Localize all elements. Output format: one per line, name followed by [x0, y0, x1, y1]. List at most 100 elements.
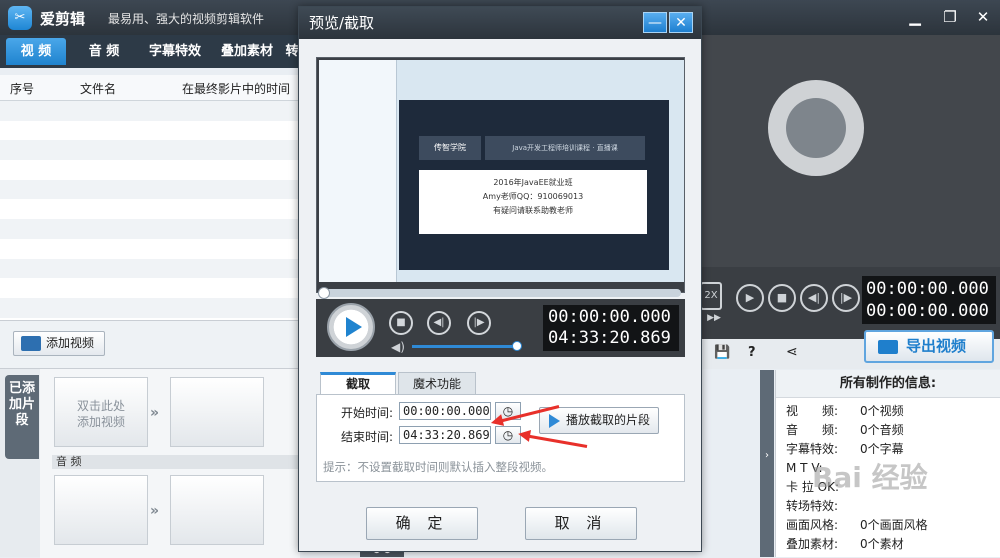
dialog-tabs: 截取 魔术功能 — [316, 372, 685, 394]
video-preview: 传智学院 Java开发工程师培训课程 · 直播课 2016年JavaEE就业班 … — [316, 57, 685, 293]
chevrons-icon: » — [150, 503, 160, 519]
audio-track-label: 音 频 — [52, 455, 300, 469]
help-icon[interactable]: ? — [748, 345, 756, 360]
tab-magic[interactable]: 魔术功能 — [398, 372, 476, 394]
volume-icon[interactable]: ◀) — [391, 340, 405, 354]
info-row-transition: 转场特效: — [786, 499, 839, 513]
col-name[interactable]: 文件名 — [80, 80, 116, 97]
dialog-prev-icon[interactable]: ◀| — [427, 311, 451, 335]
add-video-label: 添加视频 — [46, 336, 95, 350]
maximize-icon[interactable]: ❐ — [941, 8, 959, 26]
info-row-video: 视 频: 0个视频 — [786, 404, 904, 418]
info-title: 所有制作的信息: — [776, 370, 1000, 398]
dialog-close-icon[interactable]: ✕ — [669, 12, 693, 33]
dialog-title-bar: 预览/截取 — [299, 7, 701, 39]
col-time[interactable]: 在最终影片中的时间 — [182, 80, 290, 97]
dialog-time-current: 00:00:00.000 — [548, 307, 671, 327]
audio-clip-slot[interactable] — [170, 475, 264, 545]
prev-icon[interactable]: ◀| — [800, 284, 828, 312]
play-icon — [549, 414, 560, 428]
timeline: 已添加片段 双击此处 添加视频 » 音 频 » — [0, 368, 300, 558]
info-row-audio: 音 频: 0个音频 — [786, 423, 904, 437]
main-time-total: 00:00:00.000 — [866, 301, 989, 321]
list-item — [0, 121, 299, 141]
end-time-label: 结束时间: — [341, 430, 394, 444]
main-time-display: 00:00:00.000 00:00:00.000 — [862, 276, 996, 324]
preview-cut-dialog: 预览/截取 — ✕ 传智学院 Java开发工程师培训课程 · 直播课 2016年… — [298, 6, 702, 552]
tab-video[interactable]: 视 频 — [6, 38, 66, 65]
empty-clip-slot[interactable]: 双击此处 添加视频 — [54, 377, 148, 447]
chevrons-icon: » — [150, 405, 160, 421]
dialog-minimize-icon[interactable]: — — [643, 12, 667, 33]
end-time-input[interactable]: 04:33:20.869 — [399, 426, 491, 444]
close-icon[interactable]: ✕ — [974, 8, 992, 26]
cancel-button[interactable]: 取 消 — [525, 507, 637, 540]
dialog-time-total: 04:33:20.869 — [548, 328, 671, 348]
add-video-button[interactable]: 添加视频 — [13, 331, 105, 356]
list-item — [0, 297, 299, 318]
ok-button[interactable]: 确 定 — [366, 507, 478, 540]
play-segment-label: 播放截取的片段 — [566, 413, 651, 427]
file-list: 序号 文件名 在最终影片中的时间 — [0, 75, 300, 320]
export-video-label: 导出视频 — [906, 337, 967, 355]
dialog-time-display: 00:00:00.000 04:33:20.869 — [543, 305, 679, 351]
file-list-header: 序号 文件名 在最终影片中的时间 — [0, 75, 299, 101]
added-clips-tab[interactable]: 已添加片段 — [5, 375, 39, 459]
save-icon[interactable]: 💾 — [714, 345, 730, 360]
stop-icon[interactable]: ■ — [768, 284, 796, 312]
next-frame-icon[interactable]: ▶▶ — [704, 310, 724, 326]
play-icon — [346, 317, 362, 337]
export-icon — [878, 340, 898, 354]
video-frame: 传智学院 Java开发工程师培训课程 · 直播课 2016年JavaEE就业班 … — [319, 60, 684, 282]
info-row-style: 画面风格: 0个画面风格 — [786, 518, 928, 532]
seek-bar[interactable] — [318, 287, 681, 299]
tab-cut[interactable]: 截取 — [320, 372, 396, 394]
main-tabs: 视 频 音 频 字幕特效 叠加素材 转 — [0, 35, 300, 68]
frame-banner: Java开发工程师培训课程 · 直播课 — [485, 136, 645, 160]
list-item — [0, 278, 299, 298]
clip-placeholder-line1: 双击此处 — [76, 399, 125, 413]
minimize-icon[interactable]: ▁ — [906, 8, 924, 26]
app-slogan: 最易用、强大的视频剪辑软件 — [108, 12, 265, 26]
app-logo-icon: ✂ — [8, 6, 32, 30]
frame-slide: 2016年JavaEE就业班 Amy老师QQ：910069013 有疑问请联系助… — [419, 170, 647, 234]
frame-sidebar — [319, 60, 397, 282]
list-item — [0, 160, 299, 180]
volume-slider[interactable] — [412, 345, 516, 348]
collapse-arrow-icon[interactable]: › — [760, 370, 774, 557]
tab-audio[interactable]: 音 频 — [74, 38, 134, 65]
list-item — [0, 101, 299, 121]
film-add-icon — [21, 336, 41, 351]
next-icon[interactable]: |▶ — [832, 284, 860, 312]
main-time-current: 00:00:00.000 — [866, 279, 989, 299]
play-segment-button[interactable]: 播放截取的片段 — [539, 407, 659, 434]
dialog-title: 预览/截取 — [309, 14, 375, 32]
dialog-play-button[interactable] — [327, 303, 375, 351]
list-item — [0, 258, 299, 279]
start-time-input[interactable]: 00:00:00.000 — [399, 402, 491, 420]
start-time-label: 开始时间: — [341, 406, 394, 420]
col-index[interactable]: 序号 — [10, 80, 34, 97]
export-video-button[interactable]: 导出视频 — [864, 330, 994, 363]
dialog-next-icon[interactable]: |▶ — [467, 311, 491, 335]
speed-button[interactable]: 2X — [700, 282, 722, 310]
play-icon[interactable]: ▶ — [736, 284, 764, 312]
dialog-stop-icon[interactable]: ■ — [389, 311, 413, 335]
audio-clip-slot[interactable] — [54, 475, 148, 545]
list-item — [0, 179, 299, 200]
info-row-overlay: 叠加素材: 0个素材 — [786, 537, 904, 551]
list-item — [0, 199, 299, 219]
list-item — [0, 219, 299, 239]
film-reel-icon — [768, 80, 864, 176]
list-item — [0, 239, 299, 259]
seek-handle[interactable] — [318, 287, 330, 299]
frame-logo: 传智学院 — [419, 136, 481, 160]
tab-subtitle-effects[interactable]: 字幕特效 — [140, 38, 210, 65]
volume-handle[interactable] — [512, 341, 522, 351]
track-area: 双击此处 添加视频 » 音 频 » — [40, 369, 300, 558]
tab-overlay-material[interactable]: 叠加素材 — [212, 38, 282, 65]
hint-text: 提示：不设置截取时间则默认插入整段视频。 — [323, 460, 553, 474]
share-icon[interactable]: ⋖ — [786, 344, 798, 360]
video-clip-slot[interactable] — [170, 377, 264, 447]
add-video-bar: 添加视频 — [0, 320, 300, 368]
